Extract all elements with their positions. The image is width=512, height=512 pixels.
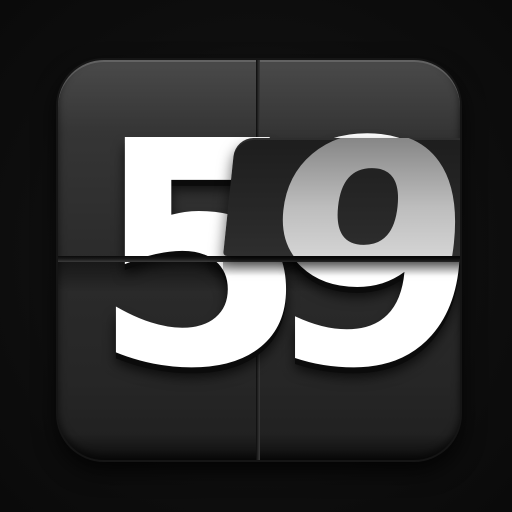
flip-clock-icon[interactable]: 5 9 9 — [58, 60, 460, 460]
flipping-flap: 9 — [223, 138, 460, 256]
icon-canvas: 5 9 9 — [0, 0, 512, 512]
horizontal-seam — [58, 256, 460, 262]
flap-digit: 9 — [245, 138, 460, 256]
